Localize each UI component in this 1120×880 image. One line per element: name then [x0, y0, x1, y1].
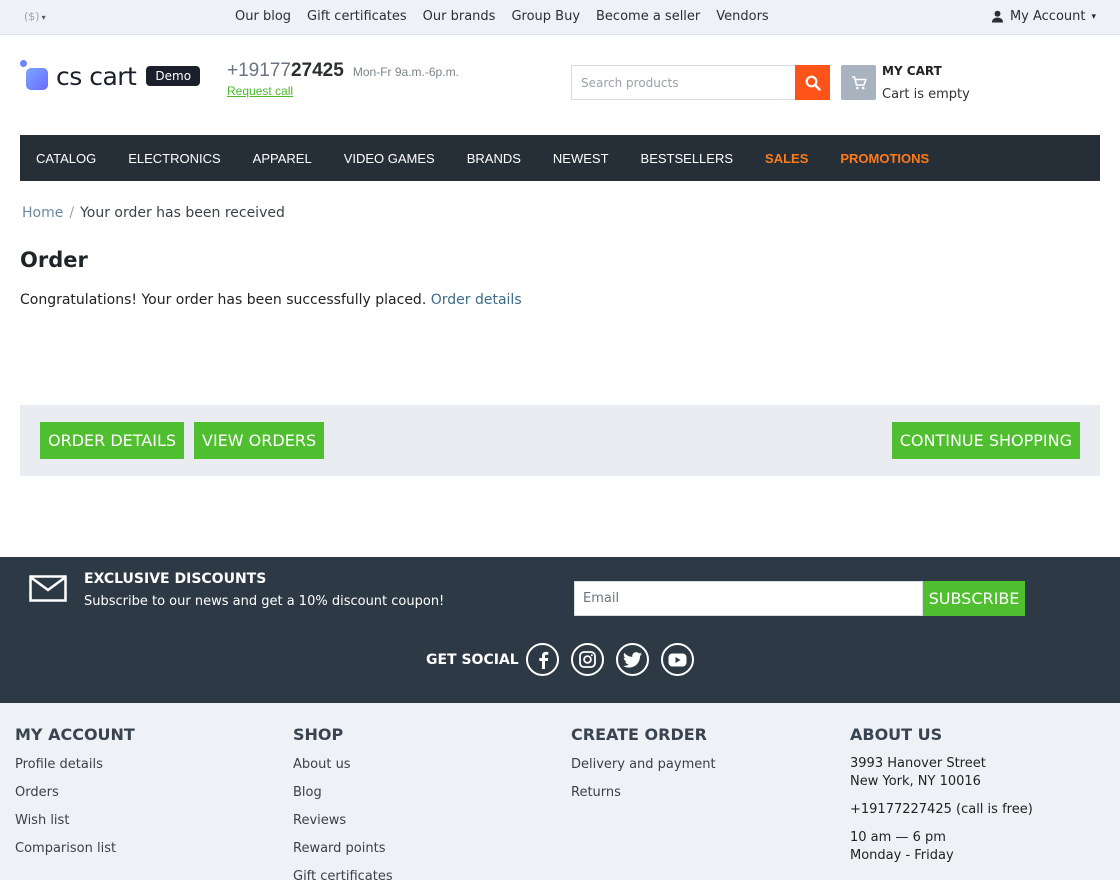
footer-shop: SHOP About us Blog Reviews Reward points…: [293, 725, 393, 880]
request-call-link[interactable]: Request call: [227, 84, 293, 98]
top-link-become-seller[interactable]: Become a seller: [596, 9, 700, 24]
footer-link-reward-points[interactable]: Reward points: [293, 839, 393, 867]
demo-badge: Demo: [146, 66, 201, 86]
footer-my-account: MY ACCOUNT Profile details Orders Wish l…: [15, 725, 135, 867]
breadcrumb-home[interactable]: Home: [22, 205, 63, 221]
breadcrumb: Home / Your order has been received: [22, 205, 285, 221]
top-links: Our blog Gift certificates Our brands Gr…: [235, 9, 785, 24]
footer-link-blog[interactable]: Blog: [293, 783, 393, 811]
top-link-brands[interactable]: Our brands: [423, 9, 496, 24]
subscribe-section: EXCLUSIVE DISCOUNTS Subscribe to our new…: [0, 557, 1120, 703]
nav-item-bestsellers[interactable]: BESTSELLERS: [641, 151, 734, 166]
footer: MY ACCOUNT Profile details Orders Wish l…: [0, 703, 1120, 880]
nav-item-newest[interactable]: NEWEST: [553, 151, 609, 166]
phone-number: +1917727425: [227, 60, 344, 81]
chevron-down-icon: ▾: [41, 13, 46, 22]
footer-link-gift-certificates[interactable]: Gift certificates: [293, 867, 393, 880]
top-link-vendors[interactable]: Vendors: [716, 9, 768, 24]
footer-link-orders[interactable]: Orders: [15, 783, 135, 811]
user-icon: [991, 10, 1004, 23]
nav-item-catalog[interactable]: CATALOG: [36, 151, 96, 166]
email-field[interactable]: [574, 581, 923, 616]
main-navigation: CATALOG ELECTRONICS APPAREL VIDEO GAMES …: [20, 135, 1100, 181]
footer-link-returns[interactable]: Returns: [571, 783, 716, 811]
address-line-2: New York, NY 10016: [850, 774, 981, 789]
footer-heading-my-account: MY ACCOUNT: [15, 725, 135, 744]
footer-hours-days: Monday - Friday: [850, 848, 954, 863]
get-social-label: GET SOCIAL: [426, 652, 519, 668]
logo[interactable]: cs cart Demo: [20, 60, 201, 92]
footer-heading-create-order: CREATE ORDER: [571, 725, 707, 744]
search-box: [571, 65, 830, 100]
order-details-link[interactable]: Order details: [431, 292, 522, 308]
subscribe-button[interactable]: SUBSCRIBE: [923, 581, 1025, 616]
order-success-message: Congratulations! Your order has been suc…: [20, 292, 522, 308]
cart-button[interactable]: [841, 65, 876, 100]
cart-title[interactable]: MY CART: [882, 64, 942, 78]
nav-item-promotions[interactable]: PROMOTIONS: [840, 151, 929, 166]
footer-heading-shop: SHOP: [293, 725, 344, 744]
continue-shopping-button[interactable]: CONTINUE SHOPPING: [891, 422, 1080, 459]
logo-text: cs cart: [56, 61, 137, 91]
footer-link-about-us[interactable]: About us: [293, 755, 393, 783]
twitter-icon[interactable]: [616, 643, 649, 676]
nav-item-video-games[interactable]: VIDEO GAMES: [344, 151, 435, 166]
search-button[interactable]: [795, 65, 830, 100]
nav-item-electronics[interactable]: ELECTRONICS: [128, 151, 220, 166]
nav-item-brands[interactable]: BRANDS: [467, 151, 521, 166]
order-details-button[interactable]: ORDER DETAILS: [40, 422, 185, 459]
cart-status: Cart is empty: [882, 87, 970, 102]
order-actions-panel: ORDER DETAILS VIEW ORDERS CONTINUE SHOPP…: [20, 405, 1100, 476]
view-orders-button[interactable]: VIEW ORDERS: [194, 422, 325, 459]
nav-item-apparel[interactable]: APPAREL: [253, 151, 312, 166]
subscribe-description: Subscribe to our news and get a 10% disc…: [84, 594, 445, 609]
top-bar: ($) ▾ Our blog Gift certificates Our bran…: [0, 0, 1120, 35]
success-text: Congratulations! Your order has been suc…: [20, 292, 427, 308]
chevron-down-icon: ▾: [1091, 11, 1096, 22]
instagram-icon[interactable]: [571, 643, 604, 676]
my-account-label: My Account: [1009, 9, 1086, 24]
footer-create-order: CREATE ORDER Delivery and payment Return…: [571, 725, 716, 811]
footer-heading-about-us: ABOUT US: [850, 725, 943, 744]
phone-block: +1917727425 Mon-Fr 9a.m.-6p.m.: [227, 60, 459, 82]
cart-icon: [851, 75, 867, 89]
phone-hours: Mon-Fr 9a.m.-6p.m.: [352, 65, 459, 79]
footer-link-wish-list[interactable]: Wish list: [15, 811, 135, 839]
footer-link-delivery-payment[interactable]: Delivery and payment: [571, 755, 716, 783]
currency-selector[interactable]: ($) ▾: [24, 10, 46, 23]
mail-icon: [29, 575, 67, 602]
footer-phone: +19177227425 (call is free): [850, 802, 1033, 817]
breadcrumb-separator: /: [69, 205, 75, 221]
page-title: Order: [20, 248, 88, 272]
footer-about-us: ABOUT US 3993 Hanover Street New York, N…: [850, 725, 1033, 865]
search-input[interactable]: [571, 65, 795, 100]
currency-label: ($): [24, 10, 40, 23]
breadcrumb-current: Your order has been received: [80, 205, 285, 221]
search-icon: [805, 75, 821, 91]
facebook-icon[interactable]: [526, 643, 559, 676]
footer-link-profile-details[interactable]: Profile details: [15, 755, 135, 783]
youtube-icon[interactable]: [661, 643, 694, 676]
top-link-blog[interactable]: Our blog: [235, 9, 291, 24]
address-line-1: 3993 Hanover Street: [850, 756, 986, 771]
top-link-gift-certificates[interactable]: Gift certificates: [307, 9, 407, 24]
footer-link-reviews[interactable]: Reviews: [293, 811, 393, 839]
my-account-dropdown[interactable]: My Account ▾: [991, 9, 1096, 24]
footer-link-comparison-list[interactable]: Comparison list: [15, 839, 135, 867]
logo-mark-icon: [20, 60, 52, 92]
top-link-group-buy[interactable]: Group Buy: [511, 9, 580, 24]
nav-item-sales[interactable]: SALES: [765, 151, 808, 166]
subscribe-title: EXCLUSIVE DISCOUNTS: [84, 571, 267, 587]
footer-hours-time: 10 am — 6 pm: [850, 830, 946, 845]
